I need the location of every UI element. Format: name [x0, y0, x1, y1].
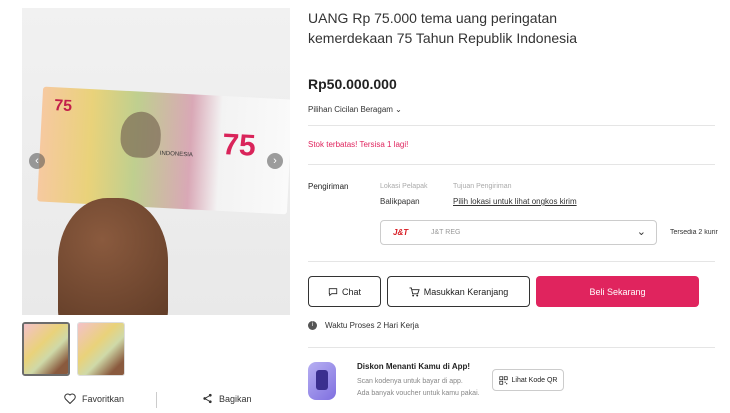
chat-label: Chat — [341, 286, 361, 297]
promo-title: Diskon Menanti Kamu di App! — [357, 362, 471, 371]
promo-line-1: Scan kodenya untuk bayar di app. — [357, 378, 463, 385]
courier-service: J&T REG — [431, 229, 461, 236]
share-button[interactable]: Bagikan — [202, 393, 252, 404]
share-label: Bagikan — [219, 393, 252, 404]
product-price: Rp50.000.000 — [308, 76, 397, 92]
favorite-button[interactable]: Favoritkan — [64, 393, 124, 404]
installment-dropdown[interactable]: Pilihan Cicilan Beragam ⌄ — [308, 105, 402, 114]
thumbnail-1[interactable] — [22, 322, 70, 376]
process-time-label: Waktu Proses 2 Hari Kerja — [325, 321, 419, 330]
origin-value: Balikpapan — [380, 197, 420, 206]
favorite-label: Favoritkan — [82, 393, 125, 404]
banknote-image: 75 INDONESIA 75 — [37, 86, 290, 215]
share-icon — [203, 393, 212, 404]
chevron-right-icon[interactable]: › — [267, 153, 283, 169]
chevron-down-icon: ⌄ — [636, 226, 646, 238]
courier-availability: Tersedia 2 kurir — [670, 229, 718, 236]
product-image[interactable]: 75 INDONESIA 75 — [22, 8, 290, 315]
divider — [308, 125, 715, 126]
shipping-label: Pengiriman — [308, 182, 349, 191]
add-to-cart-label: Masukkan Keranjang — [423, 286, 509, 297]
qr-icon — [498, 375, 508, 385]
banknote-country: INDONESIA — [159, 150, 193, 159]
chat-icon — [328, 287, 338, 296]
divider — [308, 347, 715, 348]
destination-link[interactable]: Pilih lokasi untuk lihat ongkos kirim — [453, 197, 577, 206]
thumbnail-2[interactable] — [77, 322, 125, 376]
chevron-left-icon[interactable]: ‹ — [29, 153, 45, 169]
view-qr-button[interactable]: Lihat Kode QR — [492, 369, 564, 391]
divider — [308, 164, 715, 165]
heart-icon — [64, 393, 76, 404]
divider — [308, 261, 715, 262]
destination-header: Tujuan Pengiriman — [453, 183, 512, 190]
buy-now-button[interactable]: Beli Sekarang — [536, 276, 699, 307]
promo-line-2: Ada banyak voucher untuk kamu pakai. — [357, 390, 480, 397]
installment-label: Pilihan Cicilan Beragam — [308, 105, 393, 114]
banknote-denomination: 75 — [53, 97, 73, 116]
view-qr-label: Lihat Kode QR — [511, 376, 558, 384]
cart-icon — [409, 286, 420, 297]
chevron-down-icon: ⌄ — [395, 105, 402, 114]
divider — [156, 392, 157, 408]
app-promo-icon — [308, 362, 336, 400]
stock-warning: Stok terbatas! Tersisa 1 lagi! — [308, 140, 409, 149]
process-time: i Waktu Proses 2 Hari Kerja — [308, 321, 419, 330]
chat-button[interactable]: Chat — [308, 276, 381, 307]
origin-header: Lokasi Pelapak — [380, 183, 428, 190]
banknote-portrait — [119, 110, 162, 159]
banknote-logo: 75 — [221, 128, 257, 163]
courier-logo: J&T — [393, 228, 409, 237]
info-icon: i — [308, 321, 317, 330]
buy-now-label: Beli Sekarang — [589, 286, 646, 297]
product-title: UANG Rp 75.000 tema uang peringatan keme… — [308, 10, 578, 46]
courier-select[interactable]: J&T J&T REG ⌄ — [380, 220, 657, 245]
add-to-cart-button[interactable]: Masukkan Keranjang — [387, 276, 530, 307]
hand-image — [58, 198, 168, 315]
